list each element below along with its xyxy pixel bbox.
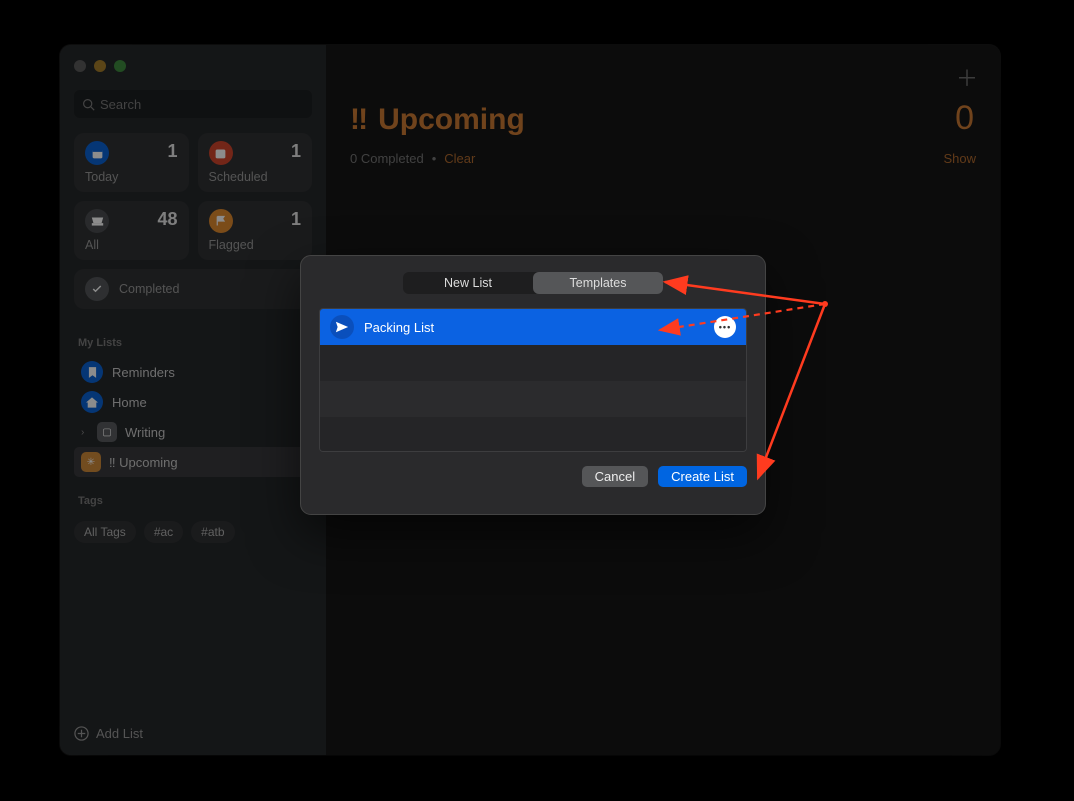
sidebar-item-home[interactable]: Home bbox=[74, 387, 312, 417]
section-mylists: My Lists bbox=[78, 337, 312, 349]
more-options-button[interactable]: ••• bbox=[714, 316, 736, 338]
card-completed[interactable]: Completed bbox=[74, 269, 312, 309]
add-list-label: Add List bbox=[96, 726, 143, 741]
show-button[interactable]: Show bbox=[943, 151, 976, 166]
folder-icon: ▢ bbox=[97, 422, 117, 442]
clear-button[interactable]: Clear bbox=[444, 151, 475, 166]
template-row-empty bbox=[320, 345, 746, 381]
list-label: Reminders bbox=[112, 365, 175, 380]
plus-circle-icon bbox=[74, 726, 89, 741]
minimize-window-dot[interactable] bbox=[94, 60, 106, 72]
template-row-empty bbox=[320, 417, 746, 452]
title-prefix: ‼︎ bbox=[350, 103, 368, 137]
card-scheduled-label: Scheduled bbox=[209, 170, 302, 184]
card-scheduled[interactable]: 1 Scheduled bbox=[198, 133, 313, 192]
page-title: ‼︎ Upcoming bbox=[350, 103, 976, 137]
section-tags: Tags bbox=[78, 495, 312, 507]
search-placeholder: Search bbox=[100, 97, 141, 112]
template-row-packing[interactable]: Packing List ••• bbox=[320, 309, 746, 345]
segmented-control: New List Templates bbox=[403, 272, 663, 294]
completed-text: 0 Completed bbox=[350, 151, 424, 166]
card-today-count: 1 bbox=[167, 141, 177, 162]
calendar-icon bbox=[85, 141, 109, 165]
card-scheduled-count: 1 bbox=[291, 141, 301, 162]
tag-ac[interactable]: #ac bbox=[144, 521, 183, 543]
templates-list: Packing List ••• bbox=[319, 308, 747, 452]
add-list-button[interactable]: Add List bbox=[74, 726, 143, 741]
tag-atb[interactable]: #atb bbox=[191, 521, 234, 543]
list-label: ‼︎ Upcoming bbox=[109, 455, 178, 470]
list-label: Writing bbox=[125, 425, 165, 440]
check-icon bbox=[85, 277, 109, 301]
seg-new-list[interactable]: New List bbox=[403, 272, 533, 294]
card-flagged-count: 1 bbox=[291, 209, 301, 230]
seg-templates[interactable]: Templates bbox=[533, 272, 663, 294]
new-reminder-button[interactable]: ＋ bbox=[956, 61, 978, 93]
title-text: Upcoming bbox=[378, 103, 525, 137]
sidebar-item-writing[interactable]: › ▢ Writing bbox=[74, 417, 312, 447]
cancel-button[interactable]: Cancel bbox=[582, 466, 648, 487]
chevron-right-icon[interactable]: › bbox=[81, 427, 93, 438]
tray-icon bbox=[85, 209, 109, 233]
search-input[interactable]: Search bbox=[74, 90, 312, 118]
airplane-icon bbox=[330, 315, 354, 339]
card-flagged-label: Flagged bbox=[209, 238, 302, 252]
flag-icon bbox=[209, 209, 233, 233]
upcoming-icon: ✳︎ bbox=[81, 452, 101, 472]
card-today-label: Today bbox=[85, 170, 178, 184]
card-all-count: 48 bbox=[157, 209, 177, 230]
card-completed-label: Completed bbox=[119, 282, 179, 296]
card-flagged[interactable]: 1 Flagged bbox=[198, 201, 313, 260]
house-icon bbox=[81, 391, 103, 413]
dot-separator: • bbox=[432, 151, 437, 166]
list-label: Home bbox=[112, 395, 147, 410]
close-window-dot[interactable] bbox=[74, 60, 86, 72]
search-icon bbox=[82, 98, 95, 111]
card-all-label: All bbox=[85, 238, 178, 252]
fullscreen-window-dot[interactable] bbox=[114, 60, 126, 72]
sidebar-item-reminders[interactable]: Reminders bbox=[74, 357, 312, 387]
window-controls bbox=[74, 60, 312, 72]
create-list-button[interactable]: Create List bbox=[658, 466, 747, 487]
card-all[interactable]: 48 All bbox=[74, 201, 189, 260]
sidebar-item-upcoming[interactable]: ✳︎ ‼︎ Upcoming bbox=[74, 447, 312, 477]
new-list-dialog: New List Templates Packing List ••• Canc… bbox=[300, 255, 766, 515]
calendar-scheduled-icon bbox=[209, 141, 233, 165]
card-today[interactable]: 1 Today bbox=[74, 133, 189, 192]
template-label: Packing List bbox=[364, 320, 434, 335]
page-count: 0 bbox=[955, 99, 974, 138]
sidebar: Search 1 Today 1 Scheduled bbox=[60, 45, 326, 755]
bookmark-icon bbox=[81, 361, 103, 383]
template-row-empty bbox=[320, 381, 746, 417]
tag-all[interactable]: All Tags bbox=[74, 521, 136, 543]
